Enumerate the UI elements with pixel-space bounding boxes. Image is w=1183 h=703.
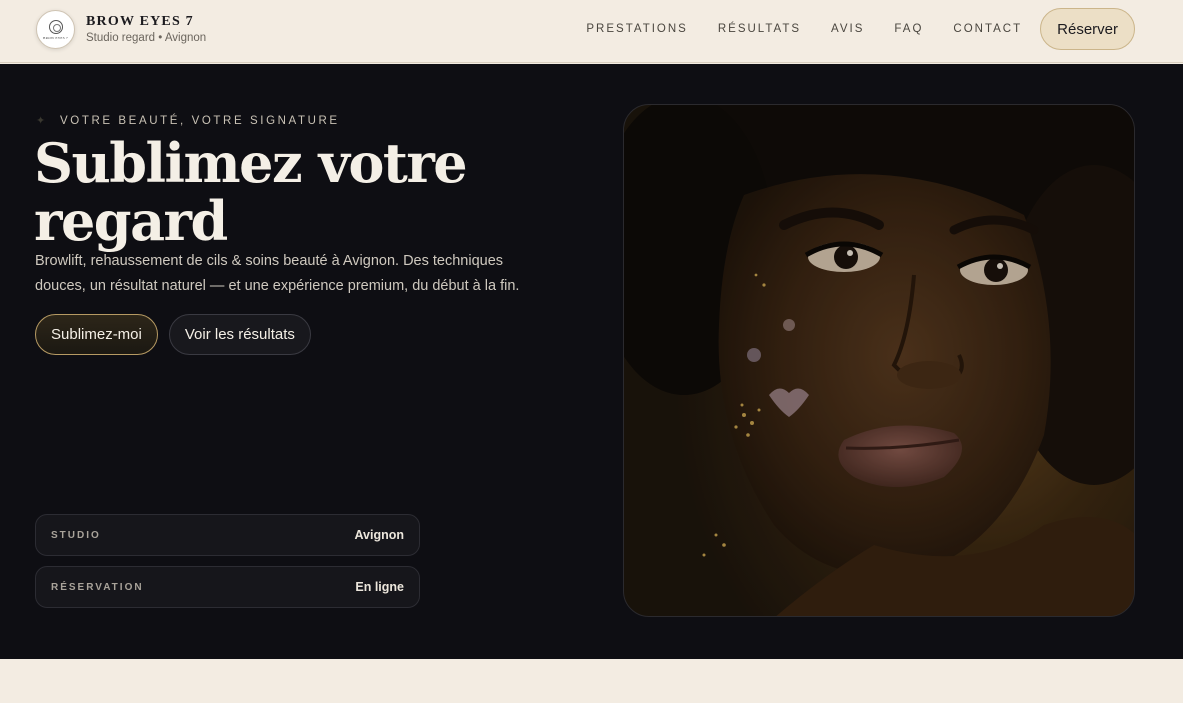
info-label: STUDIO [51, 529, 101, 541]
hero-eyebrow: ✦ VOTRE BEAUTÉ, VOTRE SIGNATURE [36, 114, 340, 128]
hero-actions: Sublimez-moi Voir les résultats [35, 314, 311, 355]
nav-link-prestations[interactable]: PRESTATIONS [586, 23, 687, 35]
next-section-strip [0, 659, 1183, 703]
hero-eyebrow-text: VOTRE BEAUTÉ, VOTRE SIGNATURE [60, 114, 340, 127]
nav-link-contact[interactable]: CONTACT [953, 23, 1022, 35]
hero-title-line-1: Sublimez votre [34, 131, 468, 195]
brand[interactable]: BROW EYES 7 BROW EYES 7 Studio regard • … [36, 10, 206, 49]
info-card-reservation: RÉSERVATION En ligne [35, 566, 420, 608]
brand-subtitle: Studio regard • Avignon [86, 32, 207, 44]
hero-title-line-2: regard [34, 189, 228, 253]
nav-link-resultats[interactable]: RÉSULTATS [718, 23, 801, 35]
hero-title: Sublimez votre regard [34, 134, 554, 250]
logo-emblem-icon [48, 19, 63, 34]
sparkle-icon: ✦ [36, 115, 46, 127]
logo-text: BROW EYES 7 [43, 35, 68, 40]
info-value: En ligne [355, 580, 404, 594]
hero-portrait-image [623, 104, 1135, 617]
hero-description: Browlift, rehaussement de cils & soins b… [35, 253, 520, 294]
nav-link-faq[interactable]: FAQ [894, 23, 923, 35]
site-header: BROW EYES 7 BROW EYES 7 Studio regard • … [0, 0, 1183, 63]
portrait-illustration [624, 105, 1134, 616]
sublimez-moi-button[interactable]: Sublimez-moi [35, 314, 158, 355]
info-card-studio: STUDIO Avignon [35, 514, 420, 556]
main-nav: PRESTATIONS RÉSULTATS AVIS FAQ CONTACT R… [586, 8, 1135, 50]
brand-logo[interactable]: BROW EYES 7 [36, 10, 75, 49]
brand-text: BROW EYES 7 Studio regard • Avignon [86, 13, 206, 46]
voir-resultats-button[interactable]: Voir les résultats [168, 314, 311, 355]
info-label: RÉSERVATION [51, 581, 144, 593]
reserve-button[interactable]: Réserver [1040, 8, 1135, 50]
hero-section: ✦ VOTRE BEAUTÉ, VOTRE SIGNATURE Sublimez… [0, 64, 1183, 659]
info-value: Avignon [354, 528, 404, 542]
nav-link-avis[interactable]: AVIS [831, 23, 864, 35]
brand-name[interactable]: BROW EYES 7 [86, 13, 206, 30]
